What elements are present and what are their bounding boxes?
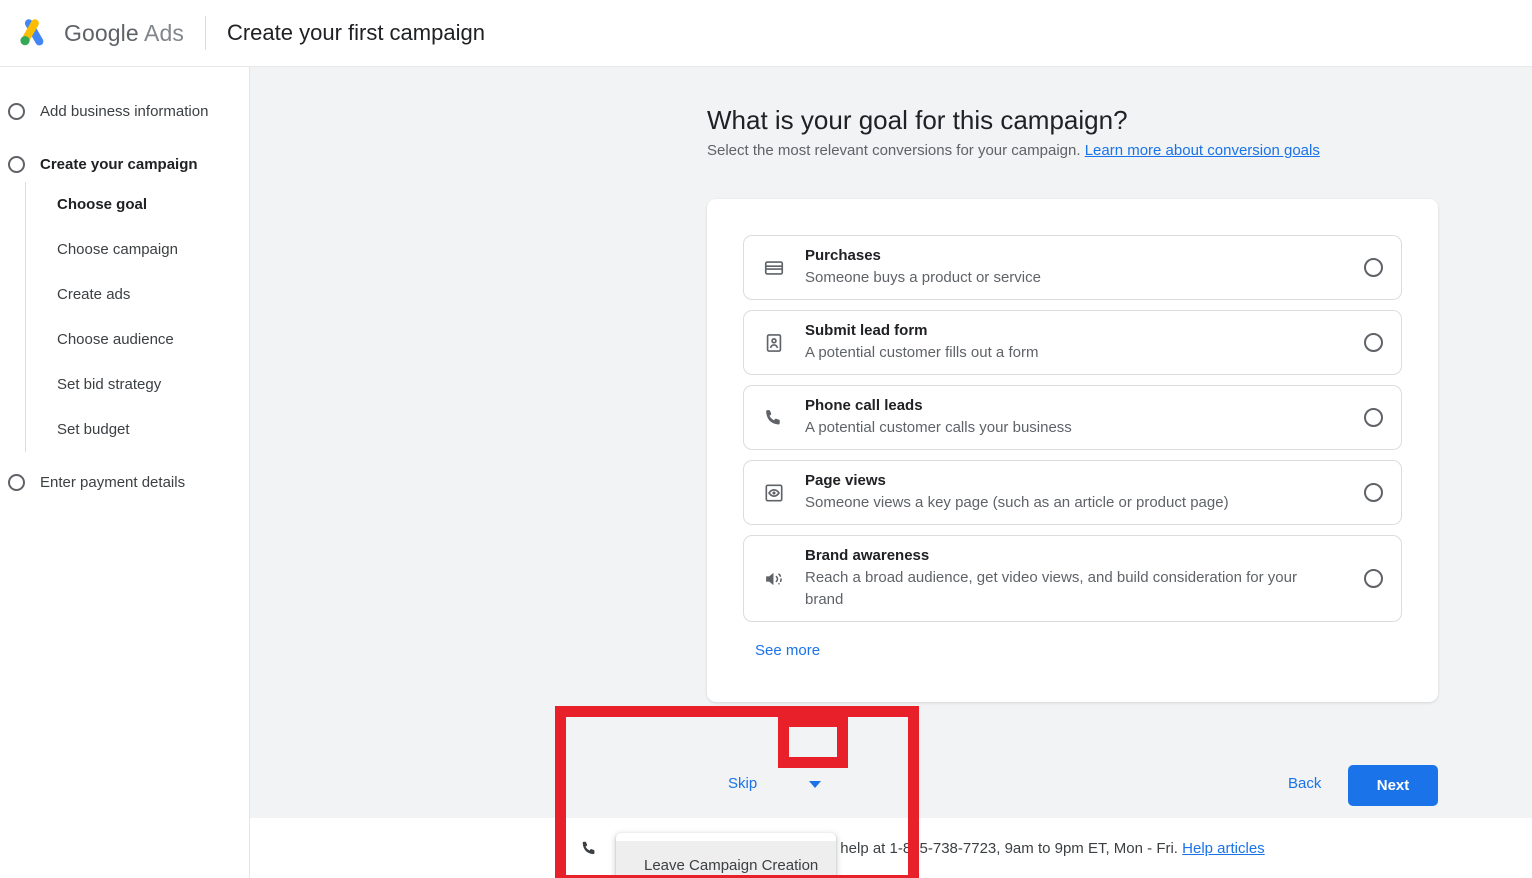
action-bar: Skip Back Next Leave Campaign Creation [250, 710, 1532, 835]
skip-dropdown-menu: Leave Campaign Creation [616, 833, 836, 878]
sidebar-step-label: Add business information [40, 103, 208, 120]
sidebar-substep-label: Choose audience [57, 331, 174, 348]
step-circle-icon [8, 156, 25, 173]
goal-title: Page views [805, 471, 1346, 491]
sidebar-step-create-your-campaign[interactable]: Create your campaign [0, 146, 249, 182]
credit-card-icon [762, 256, 786, 280]
sidebar-stepper: Add business information Create your cam… [0, 67, 250, 878]
goal-radio-button[interactable] [1364, 483, 1383, 502]
menu-item-leave-campaign-creation[interactable]: Leave Campaign Creation [616, 841, 836, 878]
help-articles-link[interactable]: Help articles [1182, 840, 1265, 857]
sidebar-item-create-ads[interactable]: Create ads [26, 272, 249, 317]
skip-dropdown-toggle[interactable] [795, 767, 835, 801]
goal-description: Someone buys a product or service [805, 267, 1346, 289]
goal-text-block: Purchases Someone buys a product or serv… [805, 246, 1356, 289]
brand-name: Google Ads [64, 20, 184, 47]
contact-badge-icon [762, 331, 786, 355]
sidebar-step-add-business-information[interactable]: Add business information [0, 93, 249, 129]
goal-title: Phone call leads [805, 396, 1346, 416]
goal-title: Submit lead form [805, 321, 1346, 341]
goal-text-block: Page views Someone views a key page (suc… [805, 471, 1356, 514]
sidebar-substep-label: Create ads [57, 286, 130, 303]
goal-description: Someone views a key page (such as an art… [805, 492, 1346, 514]
goal-radio-button[interactable] [1364, 258, 1383, 277]
goal-subtitle-text: Select the most relevant conversions for… [707, 142, 1081, 159]
goal-description: Reach a broad audience, get video views,… [805, 567, 1330, 611]
goal-radio-button[interactable] [1364, 333, 1383, 352]
goal-selection-card: Purchases Someone buys a product or serv… [707, 199, 1438, 702]
goal-text-block: Phone call leads A potential customer ca… [805, 396, 1356, 439]
brand-name-google: Google [64, 20, 139, 46]
learn-more-link[interactable]: Learn more about conversion goals [1085, 142, 1320, 159]
goal-list: Purchases Someone buys a product or serv… [707, 199, 1438, 660]
sidebar-item-set-bid-strategy[interactable]: Set bid strategy [26, 362, 249, 407]
step-circle-icon [8, 103, 25, 120]
goal-text-block: Submit lead form A potential customer fi… [805, 321, 1356, 364]
sidebar-step-label: Create your campaign [40, 156, 198, 173]
sidebar-step-label: Enter payment details [40, 474, 185, 491]
app-root: Google Ads Create your first campaign Ad… [0, 0, 1532, 878]
sidebar-item-choose-audience[interactable]: Choose audience [26, 317, 249, 362]
goal-option-phone-call-leads[interactable]: Phone call leads A potential customer ca… [743, 385, 1402, 450]
step-circle-icon [8, 474, 25, 491]
goal-radio-button[interactable] [1364, 569, 1383, 588]
goal-subtitle: Select the most relevant conversions for… [707, 142, 1320, 159]
see-more-link[interactable]: See more [755, 642, 820, 659]
next-button[interactable]: Next [1348, 765, 1438, 806]
phone-icon [579, 838, 599, 858]
top-app-bar: Google Ads Create your first campaign [0, 0, 1532, 67]
goal-title: Purchases [805, 246, 1346, 266]
chevron-down-icon [809, 781, 821, 788]
goal-description: A potential customer calls your business [805, 417, 1346, 439]
sidebar-step-enter-payment-details[interactable]: Enter payment details [0, 464, 249, 500]
sidebar-substep-list: Choose goal Choose campaign Create ads C… [25, 182, 249, 452]
skip-button[interactable]: Skip [728, 775, 757, 792]
goal-radio-button[interactable] [1364, 408, 1383, 427]
goal-option-purchases[interactable]: Purchases Someone buys a product or serv… [743, 235, 1402, 300]
brand-name-ads: Ads [144, 20, 184, 46]
goal-option-submit-lead-form[interactable]: Submit lead form A potential customer fi… [743, 310, 1402, 375]
speaker-volume-icon [762, 567, 786, 591]
help-footer: Need help? Call for free ad setup help a… [250, 818, 1532, 878]
page-title: Create your first campaign [227, 20, 485, 46]
goal-option-page-views[interactable]: Page views Someone views a key page (suc… [743, 460, 1402, 525]
phone-icon [762, 406, 786, 430]
goal-headline: What is your goal for this campaign? [707, 105, 1128, 136]
brand-area[interactable]: Google Ads [14, 15, 184, 51]
sidebar-substep-label: Choose campaign [57, 241, 178, 258]
sidebar-item-set-budget[interactable]: Set budget [26, 407, 249, 452]
google-ads-logo [14, 15, 50, 51]
header-divider [205, 16, 206, 50]
goal-option-brand-awareness[interactable]: Brand awareness Reach a broad audience, … [743, 535, 1402, 622]
page-view-eye-icon [762, 481, 786, 505]
goal-text-block: Brand awareness Reach a broad audience, … [805, 546, 1356, 611]
sidebar-substep-label: Choose goal [57, 196, 147, 213]
sidebar-item-choose-goal[interactable]: Choose goal [26, 182, 249, 227]
goal-description: A potential customer fills out a form [805, 342, 1346, 364]
sidebar-substep-label: Set budget [57, 421, 130, 438]
goal-title: Brand awareness [805, 546, 1346, 566]
sidebar-item-choose-campaign[interactable]: Choose campaign [26, 227, 249, 272]
main-content: What is your goal for this campaign? Sel… [250, 67, 1532, 878]
back-button[interactable]: Back [1288, 775, 1321, 792]
sidebar-substep-label: Set bid strategy [57, 376, 161, 393]
